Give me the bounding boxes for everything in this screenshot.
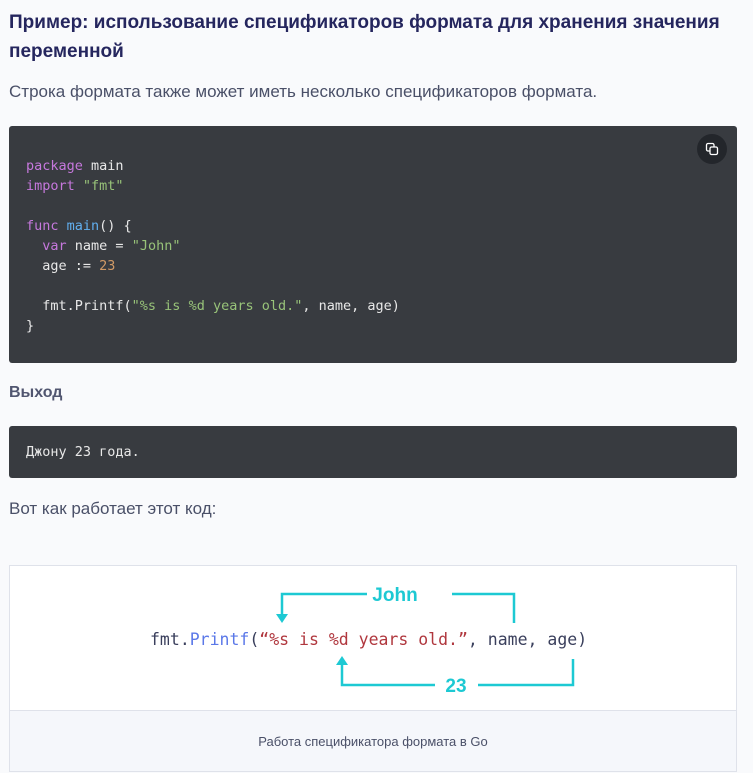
intro-text: Строка формата также может иметь несколь…	[9, 82, 598, 101]
format-specifier-figure: John fmt.Printf(“%s is %d years old.”, n…	[9, 565, 737, 772]
arrow-head-top	[276, 614, 288, 623]
figure-code-line: fmt.Printf(“%s is %d years old.”, name, …	[150, 630, 587, 649]
code-text: age :=	[42, 258, 100, 274]
format-specifier-diagram: John fmt.Printf(“%s is %d years old.”, n…	[150, 585, 587, 697]
code-text: fmt.Printf(	[42, 298, 132, 314]
code-function: main	[66, 218, 100, 234]
code-text: , name, age)	[302, 298, 400, 314]
figure-caption: Работа спецификатора формата в Go	[10, 710, 736, 771]
figure-code-dot: .	[180, 630, 190, 649]
copy-button[interactable]	[697, 134, 727, 164]
arrow-head-bottom	[336, 656, 348, 665]
figure-code-string: “%s is %d years old.”	[259, 630, 468, 649]
copy-icon	[705, 142, 719, 156]
code-keyword: package	[26, 158, 83, 174]
code-text: name =	[66, 238, 132, 254]
explanation-text: Вот как работает этот код:	[9, 499, 217, 518]
code-block: package main import "fmt" func main() { …	[9, 126, 737, 363]
code-listing: package main import "fmt" func main() { …	[26, 156, 400, 336]
code-text: main	[82, 158, 124, 174]
output-block: Джону 23 года.	[9, 426, 737, 478]
code-string: "%s is %d years old."	[131, 298, 303, 314]
code-keyword: import	[26, 178, 75, 194]
figure-code-paren: (	[249, 630, 259, 649]
figure-code-function: Printf	[190, 630, 250, 649]
code-text: }	[26, 318, 35, 334]
section-heading: Пример: использование спецификаторов фор…	[9, 12, 720, 62]
figure-label-john: John	[372, 585, 417, 606]
output-label: Выход	[9, 384, 63, 401]
code-keyword: func	[26, 218, 59, 234]
code-string: "fmt"	[82, 178, 124, 194]
code-string: "John"	[131, 238, 181, 254]
code-text: () {	[99, 218, 132, 234]
figure-code-object: fmt	[150, 630, 180, 649]
figure-label-23: 23	[445, 676, 466, 697]
code-keyword: var	[42, 238, 67, 254]
figure-code-args: , name, age)	[468, 630, 587, 649]
code-number: 23	[99, 258, 116, 274]
output-text: Джону 23 года.	[26, 444, 140, 460]
